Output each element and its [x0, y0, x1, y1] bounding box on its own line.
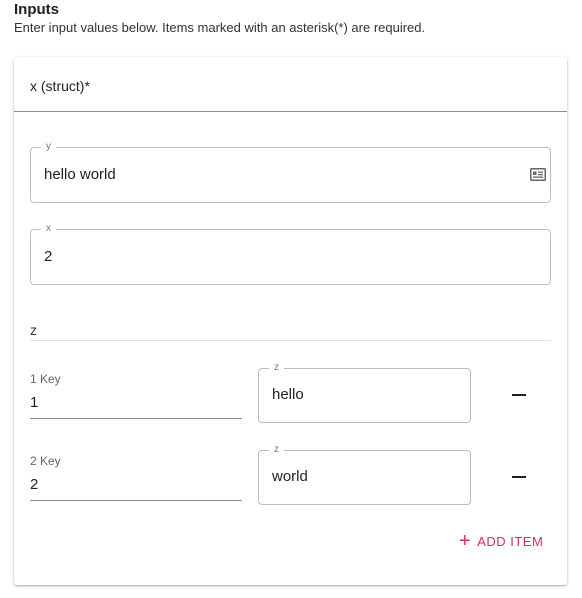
map-item-1-value-field[interactable]: z hello — [258, 361, 471, 423]
minus-icon — [512, 394, 526, 396]
map-item-1-value-legend: z — [269, 361, 284, 375]
y-field-value[interactable]: hello world — [44, 166, 116, 183]
map-item-2-value-legend: z — [269, 443, 284, 457]
map-item-2-key-underline — [30, 500, 242, 501]
map-divider — [30, 340, 551, 341]
struct-card: x (struct)* y hello world x 2 z 1 Key 1 … — [14, 57, 567, 585]
add-item-button[interactable]: + ADD ITEM — [459, 531, 543, 551]
card-icon[interactable] — [530, 168, 548, 182]
map-item-2-value[interactable]: world — [272, 468, 308, 485]
x-field-value[interactable]: 2 — [44, 248, 52, 265]
page-title: Inputs — [14, 1, 59, 18]
map-item-1-key-underline — [30, 418, 242, 419]
map-item-1-key-value[interactable]: 1 — [30, 394, 38, 411]
map-item-2-value-field[interactable]: z world — [258, 443, 471, 505]
map-item-2-key-value[interactable]: 2 — [30, 476, 38, 493]
x-field[interactable]: x 2 — [30, 222, 551, 285]
map-item-2-key-label: 2 Key — [30, 454, 61, 468]
y-field[interactable]: y hello world — [30, 140, 551, 203]
map-label: z — [30, 322, 37, 338]
struct-divider — [14, 111, 567, 112]
y-field-legend: y — [41, 140, 56, 154]
add-item-label: ADD ITEM — [477, 533, 544, 549]
map-item-1-key-label: 1 Key — [30, 372, 61, 386]
remove-item-2-button[interactable] — [504, 462, 534, 492]
map-item-1-value[interactable]: hello — [272, 386, 304, 403]
remove-item-1-button[interactable] — [504, 380, 534, 410]
struct-label: x (struct)* — [30, 78, 90, 94]
page-subtitle: Enter input values below. Items marked w… — [14, 20, 426, 35]
x-field-legend: x — [41, 222, 56, 236]
minus-icon — [512, 476, 526, 478]
plus-icon: + — [459, 530, 472, 552]
